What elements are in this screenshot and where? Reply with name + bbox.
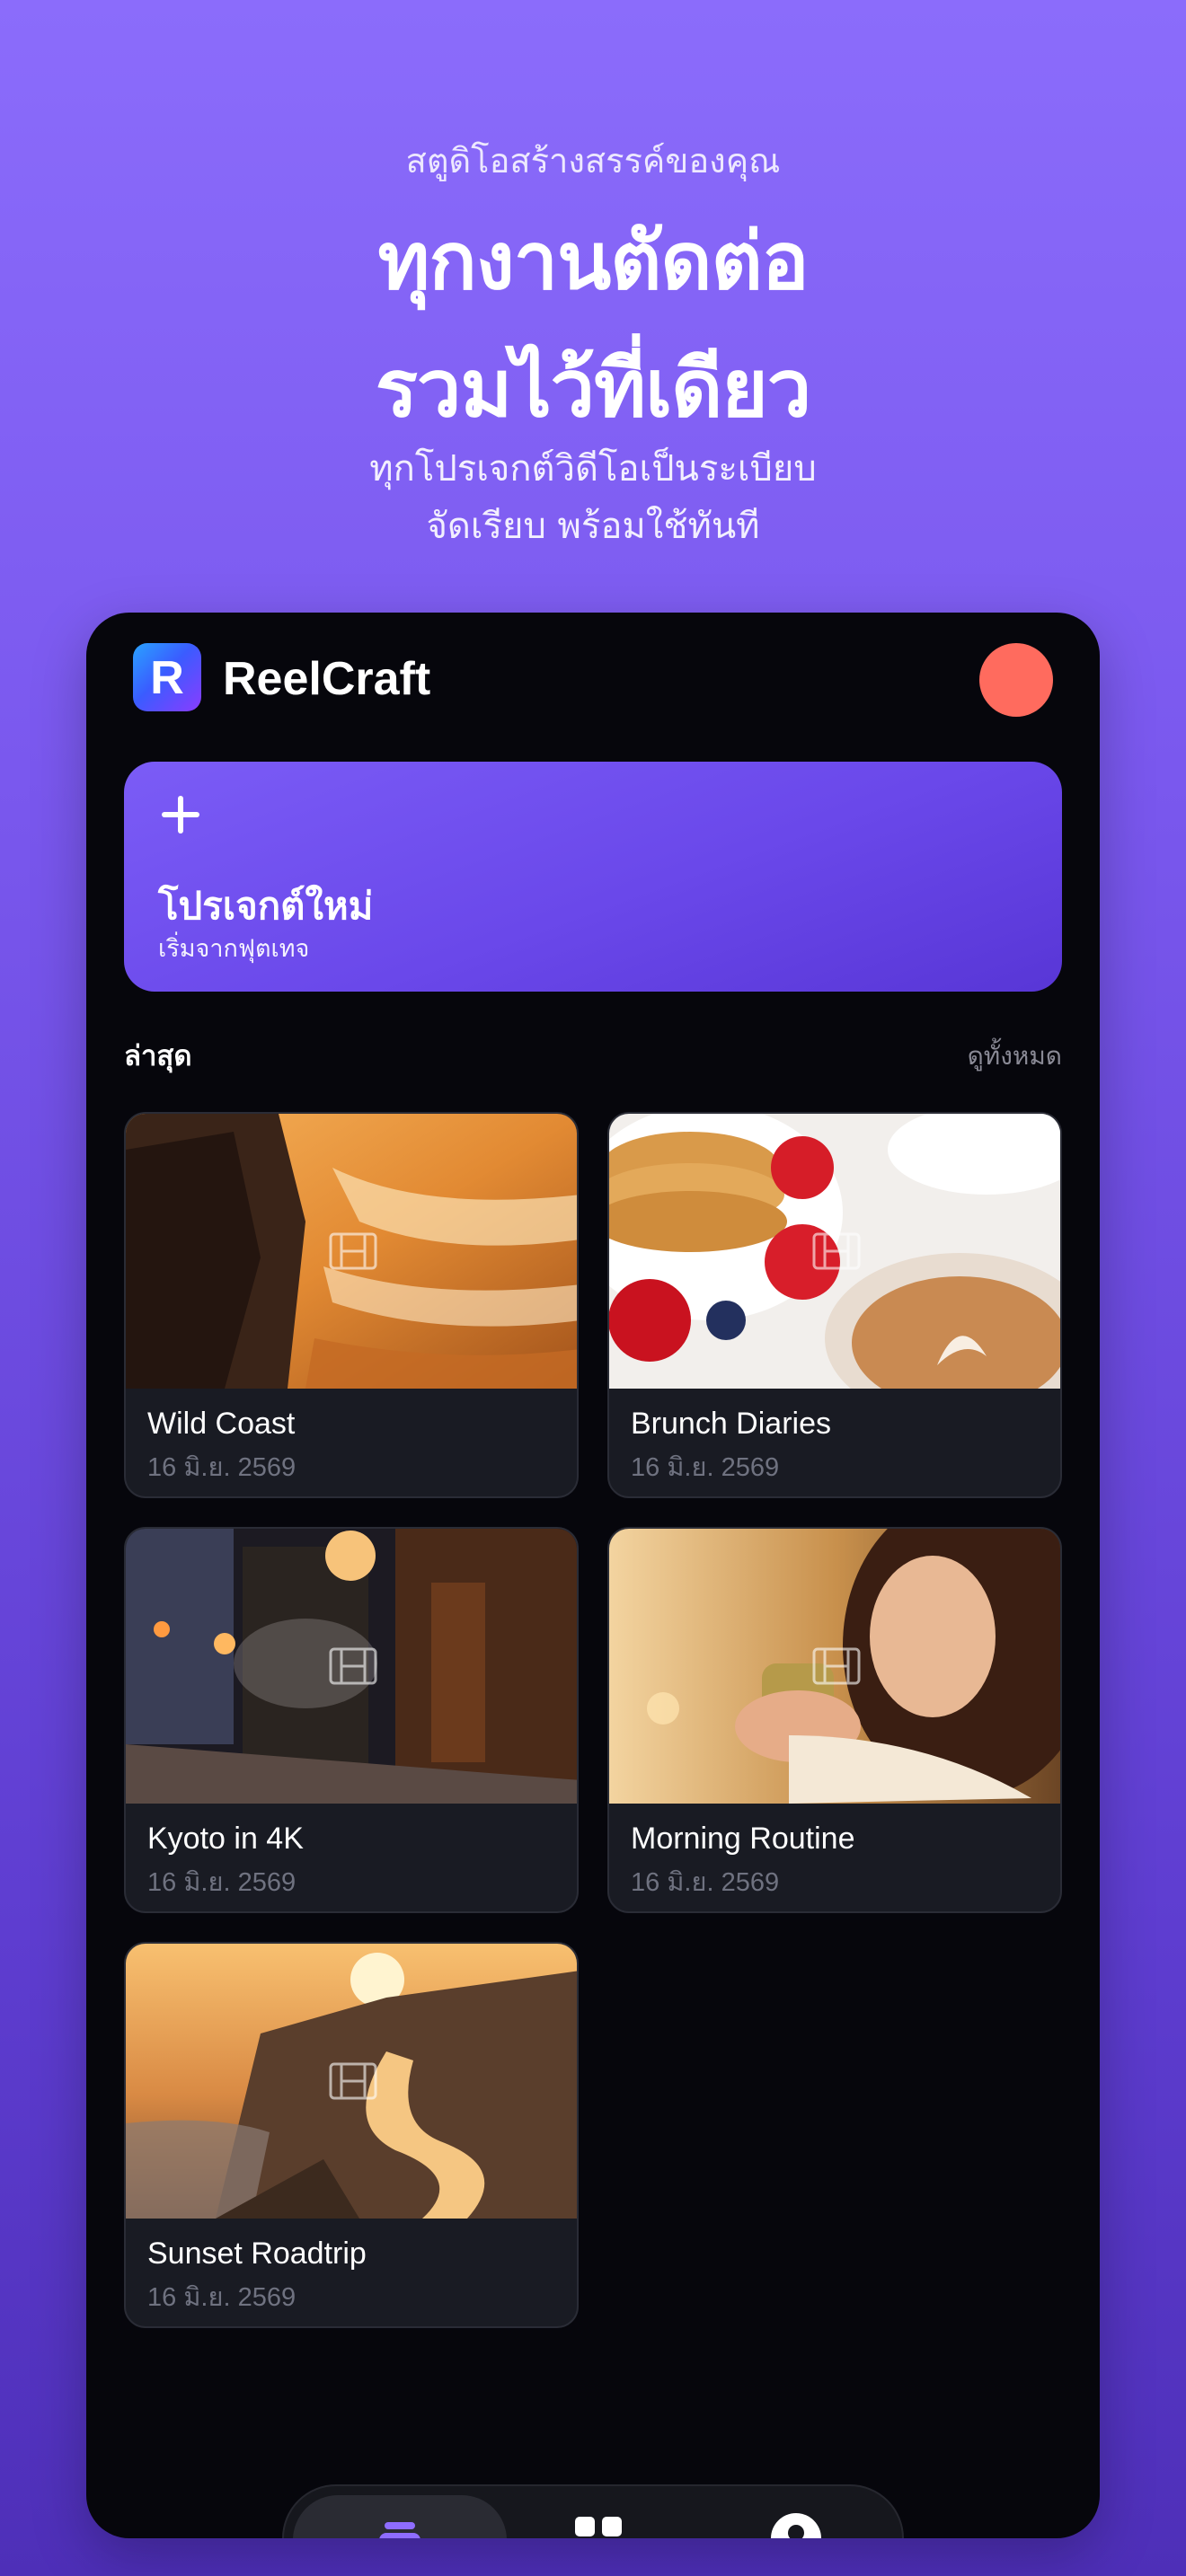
logo-letter: R — [150, 652, 184, 704]
avatar[interactable] — [979, 643, 1053, 717]
project-card-brunch-diaries[interactable]: Brunch Diaries 16 มิ.ย. 2569 — [607, 1112, 1062, 1498]
project-card-morning-routine[interactable]: Morning Routine 16 มิ.ย. 2569 — [607, 1527, 1062, 1913]
app-logo-icon: R — [133, 643, 201, 711]
film-icon — [812, 1232, 861, 1270]
plus-icon — [162, 796, 199, 834]
tab-grid[interactable] — [553, 2495, 643, 2538]
new-project-subtitle: เริ่มจากฟุตเทจ — [158, 935, 310, 963]
project-title: Brunch Diaries — [631, 1407, 831, 1441]
project-title: Wild Coast — [147, 1407, 296, 1441]
film-icon — [329, 1232, 377, 1270]
see-all-link[interactable]: ดูทั้งหมด — [968, 1037, 1062, 1076]
tab-profile[interactable] — [751, 2495, 841, 2538]
hero-headline: ทุกงานตัดต่อ รวมไว้ที่เดียว — [0, 198, 1186, 453]
project-date: 16 มิ.ย. 2569 — [631, 1868, 780, 1897]
project-date: 16 มิ.ย. 2569 — [631, 1453, 780, 1482]
project-title: Morning Routine — [631, 1822, 855, 1856]
app-header: R ReelCraft — [133, 643, 1053, 717]
project-card-kyoto-in-4k[interactable]: Kyoto in 4K 16 มิ.ย. 2569 — [124, 1527, 579, 1913]
hero-headline-line2: รวมไว้ที่เดียว — [375, 342, 812, 435]
tab-bar — [282, 2484, 904, 2538]
new-project-title: โปรเจกต์ใหม่ — [158, 884, 374, 928]
hero-subtitle-line1: ทุกโปรเจกต์วิดีโอเป็นระเบียบ — [369, 448, 817, 490]
new-project-button[interactable]: โปรเจกต์ใหม่ เริ่มจากฟุตเทจ — [124, 762, 1062, 992]
grid-icon — [575, 2517, 622, 2536]
recent-section-header: ล่าสุด ดูทั้งหมด — [124, 1033, 1062, 1078]
hero-subtitle-line2: จัดเรียบ พร้อมใช้ทันที — [426, 506, 760, 547]
hero-subtitle: ทุกโปรเจกต์วิดีโอเป็นระเบียบ จัดเรียบ พร… — [0, 440, 1186, 555]
project-date: 16 มิ.ย. 2569 — [147, 1868, 296, 1897]
project-card-sunset-roadtrip[interactable]: Sunset Roadtrip 16 มิ.ย. 2569 — [124, 1942, 579, 2328]
film-icon — [329, 1647, 377, 1685]
project-date: 16 มิ.ย. 2569 — [147, 1453, 296, 1482]
profile-icon — [771, 2513, 821, 2538]
tab-home[interactable] — [293, 2495, 507, 2538]
hero-headline-line1: ทุกงานตัดต่อ — [377, 215, 809, 307]
project-card-wild-coast[interactable]: Wild Coast 16 มิ.ย. 2569 — [124, 1112, 579, 1498]
app-name: ReelCraft — [223, 653, 431, 705]
project-date: 16 มิ.ย. 2569 — [147, 2283, 296, 2312]
film-icon — [812, 1647, 861, 1685]
project-title: Kyoto in 4K — [147, 1822, 304, 1856]
project-title: Sunset Roadtrip — [147, 2236, 367, 2271]
recent-title: ล่าสุด — [124, 1040, 192, 1072]
home-icon — [379, 2522, 420, 2538]
hero-kicker: สตูดิโอสร้างสรรค์ของคุณ — [405, 141, 781, 181]
app-screen: R ReelCraft โปรเจกต์ใหม่ เริ่มจากฟุตเทจ … — [86, 613, 1100, 2538]
film-icon — [329, 2062, 377, 2100]
